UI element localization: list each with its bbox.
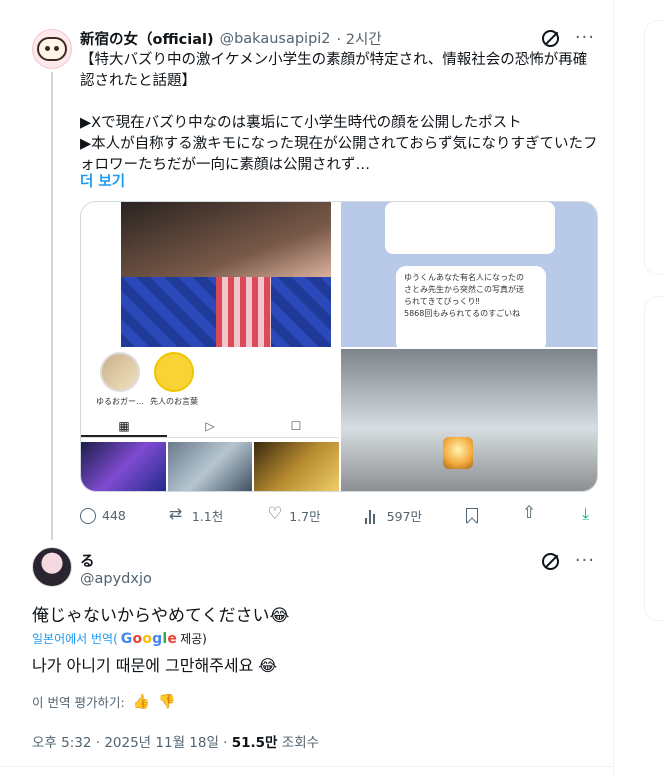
- tagged-icon: ☐: [290, 419, 302, 433]
- google-logo: Google: [120, 630, 178, 647]
- grid-icon: ▦: [81, 414, 167, 437]
- grok-icon[interactable]: [541, 29, 559, 47]
- sidebar-card: [644, 296, 664, 621]
- translated-text: 나가 아니기 때문에 그만해주세요 😂: [32, 656, 278, 675]
- show-more-link[interactable]: 더 보기: [80, 170, 125, 191]
- story-highlight: 先人のお言葉: [147, 352, 201, 407]
- chat-bubble: ゆうくんあなた有名人になったの さとみ先生から突然この写真が送 られてきてびっく…: [396, 266, 546, 352]
- media-image-1[interactable]: ゆるおガー… 先人のお言葉 ▦ ▷ ☐: [81, 202, 340, 491]
- thread-line: [51, 72, 53, 540]
- reels-icon: ▷: [205, 419, 215, 433]
- action-bar: 448 1.1천 1.7만 597만: [80, 503, 598, 525]
- bookmark-button[interactable]: [466, 508, 478, 523]
- download-button[interactable]: [582, 504, 598, 524]
- child-photo: [121, 202, 331, 347]
- avatar[interactable]: [32, 29, 72, 69]
- share-icon: [522, 503, 538, 524]
- display-name[interactable]: 新宿の女（official): [80, 28, 214, 49]
- right-sidebar: [644, 0, 664, 777]
- sidebar-card: [644, 20, 664, 275]
- handle[interactable]: @apydxjo: [80, 571, 152, 587]
- avatar[interactable]: [32, 547, 72, 587]
- repost-button[interactable]: 1.1천: [169, 504, 223, 525]
- grok-icon[interactable]: [541, 552, 559, 570]
- views-button[interactable]: 597만: [364, 506, 422, 525]
- more-icon[interactable]: ···: [575, 552, 595, 570]
- more-icon[interactable]: ···: [575, 29, 595, 47]
- thumbs-up-icon[interactable]: 👍: [133, 694, 150, 710]
- profile-tabs: ▦ ▷ ☐: [81, 414, 339, 438]
- divider: [0, 766, 614, 767]
- display-name[interactable]: る: [80, 550, 95, 571]
- media-image-3[interactable]: [341, 349, 597, 491]
- timeline-column: 新宿の女（official) @bakausapipi2 · 2시간 ··· 【…: [0, 0, 614, 777]
- reply-button[interactable]: 448: [80, 507, 126, 524]
- story-highlight: ゆるおガー…: [93, 352, 147, 407]
- candle: [443, 437, 473, 469]
- handle[interactable]: @bakausapipi2: [220, 31, 331, 47]
- views-count: 51.5만: [231, 735, 278, 751]
- translate-link[interactable]: 일본어에서 번역(: [32, 630, 118, 647]
- post-thumbnails: [81, 442, 340, 491]
- reply-icon: [80, 507, 96, 524]
- share-button[interactable]: [522, 503, 538, 524]
- tweet-top-actions: ···: [541, 552, 595, 570]
- thumbs-down-icon[interactable]: 👎: [158, 694, 175, 710]
- like-button[interactable]: 1.7만: [267, 504, 320, 525]
- like-icon: [267, 504, 283, 524]
- tweet-text: 【特大バズり中の激イケメン小学生の素顔が特定され、情報社会の恐怖が再確認されたと…: [80, 52, 598, 173]
- tweet-top-actions: ···: [541, 29, 595, 47]
- tweet-header: 新宿の女（official) @bakausapipi2 · 2시간: [80, 28, 382, 49]
- rate-translation: 이 번역 평가하기: 👍 👎: [32, 693, 176, 711]
- timestamp[interactable]: · 2시간: [337, 28, 382, 49]
- timestamp[interactable]: 오후 5:32 · 2025년 11월 18일 ·: [32, 735, 232, 751]
- media-image-2[interactable]: ゆうくんあなた有名人になったの さとみ先生から突然この写真が送 られてきてびっく…: [341, 202, 597, 352]
- views-icon: [364, 508, 381, 524]
- translation-attribution: 일본어에서 번역( Google 제공): [32, 630, 207, 647]
- bookmark-icon: [466, 508, 478, 523]
- tweet-meta: 오후 5:32 · 2025년 11월 18일 · 51.5만 조회수: [32, 735, 320, 751]
- tweet-text: 俺じゃないからやめてください😂: [32, 606, 290, 626]
- media-grid[interactable]: ゆるおガー… 先人のお言葉 ▦ ▷ ☐ ゆうくんあなた有名人になったの さとみ先…: [80, 201, 598, 492]
- download-icon: [582, 504, 598, 524]
- repost-icon: [169, 504, 186, 524]
